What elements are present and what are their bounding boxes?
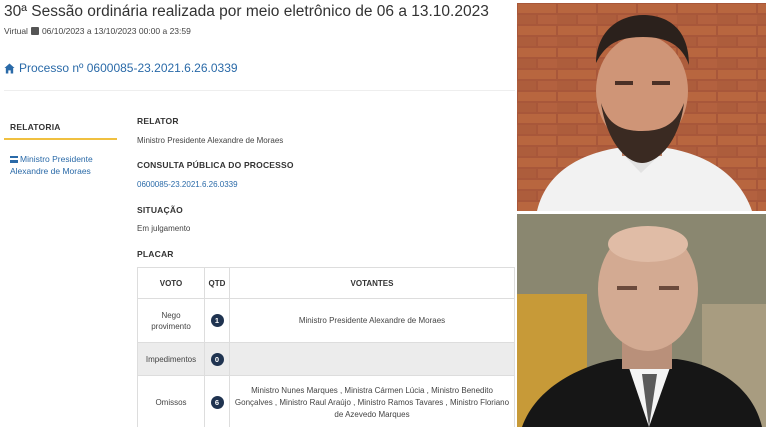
table-row: Nego provimento 1 Ministro Presidente Al… [137,298,515,343]
calendar-icon [30,27,39,35]
placar-table: VOTO QTD VOTANTES Nego provimento 1 Mini… [137,267,515,427]
voto-cell: Omissos [137,375,205,427]
column-header-voto: VOTO [137,267,205,299]
votantes-cell: Ministro Nunes Marques , Ministra Cármen… [229,375,515,427]
voto-cell: Nego provimento [137,298,205,343]
column-header-votantes: VOTANTES [229,267,515,299]
virtual-label: Virtual [4,26,28,36]
session-dates: 06/10/2023 a 13/10/2023 00:00 a 23:59 [41,26,191,36]
sidebar-item-relator[interactable]: Ministro Presidente Alexandre de Moraes [10,153,120,177]
votantes-cell: Ministro Presidente Alexandre de Moraes [229,298,515,343]
situacao-label: SITUAÇÃO [137,205,183,215]
process-link[interactable]: Processo nº 0600085-23.2021.6.26.0339 [4,61,238,75]
qtd-cell: 0 [204,342,230,376]
consulta-link[interactable]: 0600085-23.2021.6.26.0339 [137,180,238,189]
session-schedule: Virtual 06/10/2023 a 13/10/2023 00:00 a … [4,26,191,36]
relator-label: RELATOR [137,116,179,126]
table-header-row: VOTO QTD VOTANTES [137,267,515,299]
process-number: Processo nº 0600085-23.2021.6.26.0339 [19,61,238,75]
table-row: Impedimentos 0 [137,342,515,376]
count-badge: 6 [210,396,224,409]
qtd-cell: 1 [204,298,230,343]
man-portrait-photo [517,3,766,211]
votantes-cell [229,342,515,376]
photo-column [517,0,768,427]
tab-relatoria[interactable]: RELATORIA [10,122,61,132]
divider [4,90,515,91]
session-panel: 30ª Sessão ordinária realizada por meio … [0,0,515,427]
voto-cell: Impedimentos [137,342,205,376]
count-badge: 0 [210,352,224,366]
tab-active-indicator [4,138,117,140]
consulta-label: CONSULTA PÚBLICA DO PROCESSO [137,160,294,170]
home-icon [4,62,15,74]
column-header-qtd: QTD [204,267,230,299]
qtd-cell: 6 [204,375,230,427]
table-row: Omissos 6 Ministro Nunes Marques , Minis… [137,375,515,427]
list-icon [10,156,18,163]
sidebar-item-label: Ministro Presidente Alexandre de Moraes [10,154,93,176]
moraes-portrait-photo [517,214,766,427]
situacao-value: Em julgamento [137,224,191,233]
placar-label: PLACAR [137,249,174,259]
session-title: 30ª Sessão ordinária realizada por meio … [4,3,489,20]
relator-value: Ministro Presidente Alexandre de Moraes [137,136,284,145]
count-badge: 1 [210,314,224,327]
